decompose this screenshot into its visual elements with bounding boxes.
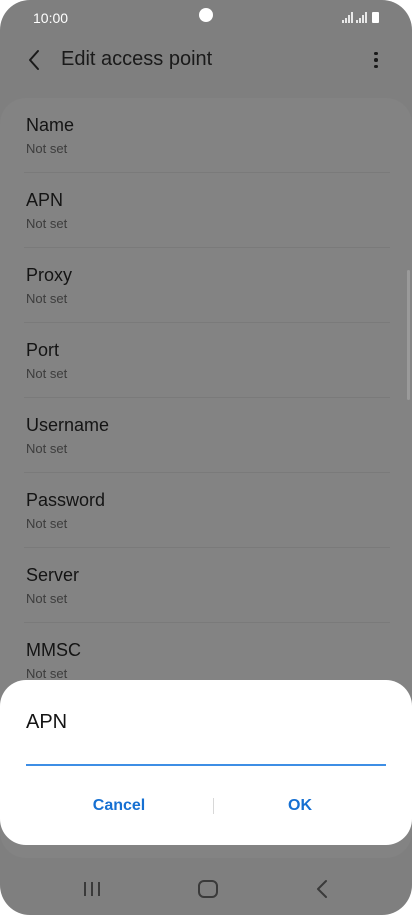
apn-dialog: APN Cancel OK xyxy=(0,680,412,845)
setting-value: Not set xyxy=(26,141,68,156)
setting-value: Not set xyxy=(26,216,68,231)
setting-value: Not set xyxy=(26,291,68,306)
setting-value: Not set xyxy=(26,366,68,381)
setting-value: Not set xyxy=(26,441,68,456)
setting-item-port[interactable]: Port Not set xyxy=(0,323,412,398)
setting-item-username[interactable]: Username Not set xyxy=(0,398,412,473)
setting-label: APN xyxy=(26,190,64,210)
setting-label: Name xyxy=(26,115,75,135)
setting-label: Proxy xyxy=(26,265,73,285)
page-title: Edit access point xyxy=(61,48,213,70)
setting-label: Port xyxy=(26,340,60,360)
home-icon xyxy=(198,880,218,898)
more-options-button[interactable] xyxy=(364,48,388,72)
app-bar: Edit access point xyxy=(0,36,412,84)
signal-icon xyxy=(342,12,353,23)
setting-item-password[interactable]: Password Not set xyxy=(0,473,412,548)
signal-icon xyxy=(356,12,367,23)
setting-value: Not set xyxy=(26,591,68,606)
cancel-button[interactable]: Cancel xyxy=(24,790,214,822)
setting-label: MMSC xyxy=(26,640,81,660)
setting-item-proxy[interactable]: Proxy Not set xyxy=(0,248,412,323)
recents-icon xyxy=(84,882,100,896)
recent-apps-button[interactable] xyxy=(72,874,112,904)
setting-value: Not set xyxy=(26,516,68,531)
status-bar: 10:00 xyxy=(0,0,412,36)
scrollbar[interactable] xyxy=(407,270,410,400)
phone-screen: 10:00 Edit access point Name Not set APN… xyxy=(0,0,412,915)
back-button[interactable] xyxy=(20,46,48,74)
status-icons xyxy=(342,10,379,23)
status-time: 10:00 xyxy=(33,10,69,26)
back-icon xyxy=(317,880,327,898)
setting-item-name[interactable]: Name Not set xyxy=(0,98,412,173)
battery-icon xyxy=(372,12,379,23)
nav-back-button[interactable] xyxy=(302,874,342,904)
setting-label: Password xyxy=(26,490,106,510)
setting-label: Username xyxy=(26,415,110,435)
dialog-actions: Cancel OK xyxy=(0,790,412,822)
setting-item-server[interactable]: Server Not set xyxy=(0,548,412,623)
home-button[interactable] xyxy=(188,874,228,904)
setting-label: Server xyxy=(26,565,80,585)
apn-input[interactable] xyxy=(26,730,386,766)
ok-button[interactable]: OK xyxy=(214,790,386,822)
setting-item-apn[interactable]: APN Not set xyxy=(0,173,412,248)
setting-value: Not set xyxy=(26,666,68,681)
navigation-bar xyxy=(0,862,412,915)
chevron-left-icon xyxy=(29,50,39,70)
more-vertical-icon xyxy=(374,51,378,56)
camera-cutout xyxy=(199,8,213,22)
